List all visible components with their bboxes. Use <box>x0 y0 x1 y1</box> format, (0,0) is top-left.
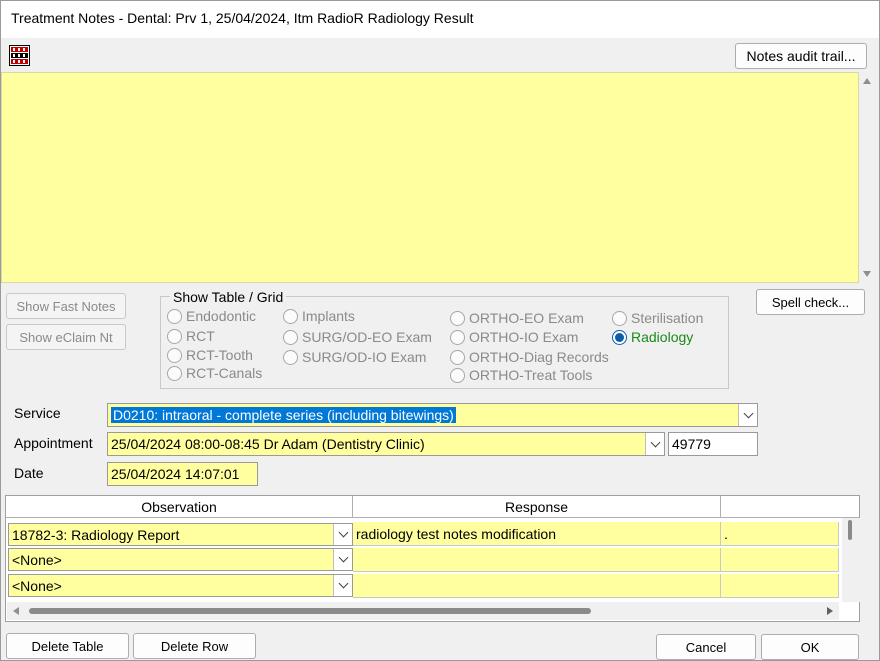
scroll-down-icon[interactable] <box>863 271 871 277</box>
title-bar: Treatment Notes - Dental: Prv 1, 25/04/2… <box>0 0 880 38</box>
show-fast-notes-button[interactable]: Show Fast Notes <box>6 293 126 319</box>
show-table-legend: Show Table / Grid <box>170 289 287 305</box>
service-value: D0210: intraoral - complete series (incl… <box>111 407 456 423</box>
table-row-2-observation[interactable]: <None> <box>8 548 353 571</box>
table-row-3-observation[interactable]: <None> <box>8 574 353 597</box>
grid-vertical-scrollbar[interactable] <box>842 518 860 602</box>
table-row-2-response[interactable] <box>353 548 721 572</box>
radio-radiology[interactable]: Radiology <box>612 329 693 345</box>
scroll-thumb[interactable] <box>848 520 852 540</box>
chevron-down-icon <box>338 578 348 589</box>
delete-row-button[interactable]: Delete Row <box>133 633 256 659</box>
scroll-right-icon[interactable] <box>827 607 833 615</box>
date-label: Date <box>14 465 44 481</box>
scroll-up-icon[interactable] <box>863 78 871 84</box>
notes-scrollbar[interactable] <box>859 72 877 283</box>
scroll-thumb[interactable] <box>29 608 591 614</box>
radio-ortho-io-exam[interactable]: ORTHO-IO Exam <box>450 329 578 345</box>
appointment-value: 25/04/2024 08:00-08:45 Dr Adam (Dentistr… <box>111 436 425 452</box>
column-header-response[interactable]: Response <box>353 496 721 518</box>
abc-spell-icon[interactable] <box>9 45 30 66</box>
observation-dropdown-button[interactable] <box>333 575 352 596</box>
appointment-label: Appointment <box>14 435 93 451</box>
radio-surg-od-eo-exam[interactable]: SURG/OD-EO Exam <box>283 329 432 345</box>
radio-ortho-diag-records[interactable]: ORTHO-Diag Records <box>450 349 609 365</box>
radio-rct-tooth[interactable]: RCT-Tooth <box>167 347 253 363</box>
spell-check-button[interactable]: Spell check... <box>756 289 865 315</box>
service-label: Service <box>14 405 61 421</box>
observation-dropdown-button[interactable] <box>333 524 352 545</box>
scroll-left-icon[interactable] <box>13 607 19 615</box>
chevron-down-icon <box>743 408 753 418</box>
radio-rct[interactable]: RCT <box>167 328 215 344</box>
radio-endodontic[interactable]: Endodontic <box>167 308 256 324</box>
observation-grid: Observation Response 18782-3: Radiology … <box>5 495 860 622</box>
appointment-id-field[interactable]: 49779 <box>668 432 758 456</box>
radio-ortho-eo-exam[interactable]: ORTHO-EO Exam <box>450 310 584 326</box>
window-title: Treatment Notes - Dental: Prv 1, 25/04/2… <box>11 10 474 26</box>
table-row-1-extra[interactable]: . <box>721 522 839 546</box>
radio-surg-od-io-exam[interactable]: SURG/OD-IO Exam <box>283 349 426 365</box>
chevron-down-icon <box>338 552 348 563</box>
column-header-observation[interactable]: Observation <box>6 496 353 518</box>
radio-implants[interactable]: Implants <box>283 308 355 324</box>
radio-sterilisation[interactable]: Sterilisation <box>612 310 703 326</box>
table-row-1-observation[interactable]: 18782-3: Radiology Report <box>8 523 353 546</box>
table-row-3-response[interactable] <box>353 574 721 598</box>
column-header-extra[interactable] <box>721 496 859 518</box>
service-select[interactable]: D0210: intraoral - complete series (incl… <box>107 403 758 427</box>
observation-dropdown-button[interactable] <box>333 549 352 570</box>
appointment-select[interactable]: 25/04/2024 08:00-08:45 Dr Adam (Dentistr… <box>107 432 665 456</box>
delete-table-button[interactable]: Delete Table <box>6 633 129 659</box>
date-field[interactable]: 25/04/2024 14:07:01 <box>107 462 258 486</box>
cancel-button[interactable]: Cancel <box>656 634 756 660</box>
ok-button[interactable]: OK <box>761 634 859 660</box>
notes-textarea[interactable] <box>1 72 859 283</box>
radio-ortho-treat-tools[interactable]: ORTHO-Treat Tools <box>450 367 592 383</box>
grid-horizontal-scrollbar[interactable] <box>7 602 839 620</box>
chevron-down-icon <box>338 527 348 538</box>
notes-audit-trail-button[interactable]: Notes audit trail... <box>735 43 867 69</box>
chevron-down-icon <box>650 437 660 447</box>
table-row-2-extra[interactable] <box>721 548 839 572</box>
table-row-1-response[interactable]: radiology test notes modification <box>353 522 721 546</box>
table-row-3-extra[interactable] <box>721 574 839 598</box>
service-dropdown-button[interactable] <box>738 404 757 426</box>
radio-rct-canals[interactable]: RCT-Canals <box>167 365 262 381</box>
appointment-dropdown-button[interactable] <box>645 433 664 455</box>
show-eclaim-notes-button[interactable]: Show eClaim Nt <box>6 324 126 350</box>
